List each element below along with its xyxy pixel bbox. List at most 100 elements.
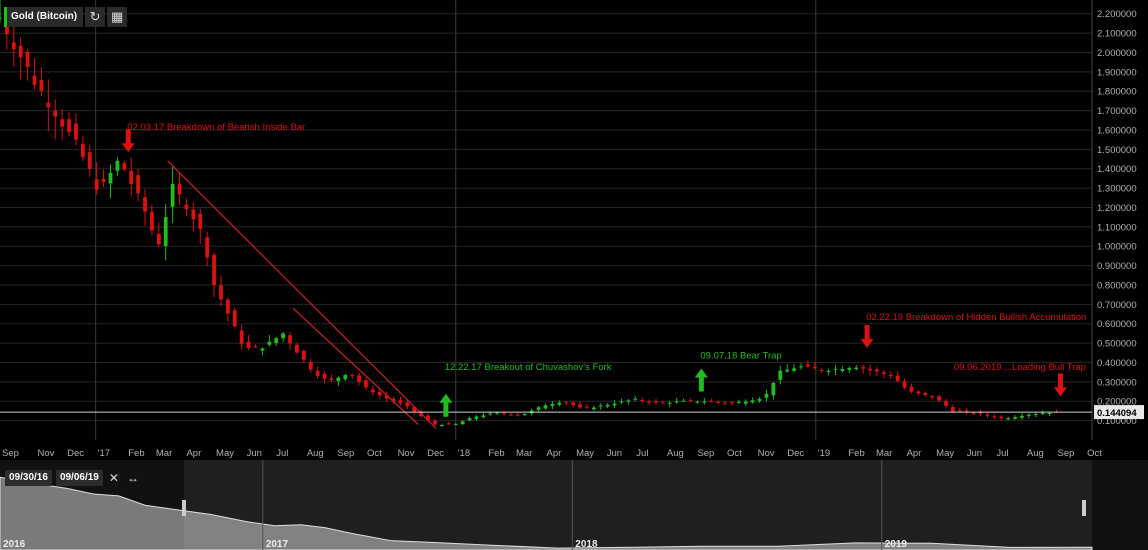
candle	[647, 401, 651, 403]
candle	[992, 416, 997, 418]
candle	[1047, 413, 1052, 415]
annotation-label: 02.03.17 Breakdown of Bearish Inside Bar	[127, 122, 305, 133]
candle	[785, 369, 790, 372]
x-tick-label: Aug	[307, 448, 324, 459]
candle	[1013, 417, 1017, 419]
candle	[239, 330, 244, 344]
candle	[923, 392, 928, 395]
candle	[633, 398, 638, 400]
candle	[225, 299, 230, 314]
candle	[826, 370, 831, 373]
candle	[591, 407, 596, 410]
candle	[716, 401, 721, 403]
symbol-label[interactable]: Gold (Bitcoin)	[4, 7, 84, 27]
candle	[377, 391, 382, 396]
candle	[301, 350, 306, 360]
candle	[654, 401, 658, 403]
last-price-label: 0.144094	[1097, 408, 1137, 419]
navigator-handle-left	[181, 500, 186, 516]
x-tick-label: Jun	[247, 448, 262, 459]
candle	[1026, 414, 1031, 416]
candle	[564, 402, 569, 404]
x-tick-label: '19	[818, 448, 830, 459]
y-tick-label: 0.400000	[1097, 358, 1137, 369]
candle	[336, 377, 341, 382]
candle	[143, 197, 147, 212]
candle	[764, 393, 769, 398]
candle	[122, 163, 127, 170]
x-tick-label: Aug	[1027, 448, 1044, 459]
navigator-year-label: 2016	[3, 539, 26, 550]
candle	[612, 403, 617, 406]
candle	[87, 152, 92, 170]
candle	[985, 414, 990, 416]
candlestick-icon[interactable]: ▦	[107, 7, 128, 27]
navigator-chart[interactable]: 2016 2017 2018 2019	[0, 460, 1148, 550]
candle	[916, 391, 921, 394]
candle	[0, 17, 2, 19]
candle	[888, 374, 893, 377]
candle	[895, 375, 900, 381]
candle	[253, 346, 258, 348]
candle	[219, 285, 223, 300]
x-tick-label: Mar	[876, 448, 892, 459]
candle	[108, 172, 113, 184]
candle	[281, 333, 286, 339]
candle	[315, 370, 320, 376]
candle	[433, 420, 437, 425]
y-tick-label: 1.100000	[1097, 222, 1137, 233]
candle	[930, 396, 935, 398]
candle	[364, 380, 368, 388]
price-chart[interactable]: 2.200000 2.100000 2.000000 1.900000 1.800000…	[0, 0, 1148, 460]
candle	[743, 401, 748, 404]
candle	[398, 400, 403, 404]
candle	[1033, 413, 1038, 416]
candle	[792, 368, 796, 371]
navigator-window	[183, 460, 1092, 550]
candle	[695, 401, 700, 403]
candle	[585, 406, 589, 408]
x-tick-label: Dec	[427, 448, 444, 459]
x-tick-label: Oct	[367, 448, 382, 459]
y-tick-label: 1.000000	[1097, 242, 1137, 253]
x-tick-label: Nov	[398, 448, 415, 459]
candle	[170, 183, 175, 207]
candle	[806, 364, 810, 367]
candle	[736, 402, 741, 404]
candle	[536, 407, 541, 410]
annotation-label: 09.06.2019 ...Loading Bull Trap	[954, 362, 1086, 373]
candle	[522, 414, 527, 416]
candle	[274, 338, 279, 343]
candle	[474, 416, 479, 419]
chart-background	[0, 0, 1148, 460]
candle	[32, 75, 37, 85]
close-icon[interactable]: ✕	[107, 470, 121, 486]
expand-icon[interactable]: ↔	[125, 470, 141, 486]
x-tick-label: Sep	[1058, 448, 1075, 459]
candle	[909, 386, 914, 392]
range-start-field[interactable]: 09/30/16	[5, 470, 52, 486]
candle	[11, 42, 16, 50]
date-range-bar: 09/30/16 09/06/19 ✕ ↔	[5, 470, 141, 486]
x-tick-label: Feb	[128, 448, 144, 459]
x-tick-label: Nov	[758, 448, 775, 459]
x-tick-label: Sep	[2, 448, 19, 459]
range-end-field[interactable]: 09/06/19	[55, 470, 103, 486]
candle	[150, 212, 154, 231]
refresh-icon[interactable]: ↻	[85, 7, 106, 27]
x-tick-label: Feb	[488, 448, 504, 459]
x-tick-label: May	[936, 448, 954, 459]
candle	[619, 401, 624, 403]
candle	[771, 382, 776, 396]
candle	[750, 400, 755, 403]
candle	[481, 415, 486, 417]
candle	[343, 375, 348, 380]
navigator-handle-right	[1082, 500, 1086, 516]
candle	[875, 369, 879, 372]
candle	[488, 413, 493, 415]
candle	[861, 367, 866, 369]
y-tick-label: 2.200000	[1097, 9, 1137, 20]
x-tick-label: Apr	[186, 448, 201, 459]
x-tick-label: Dec	[67, 448, 84, 459]
x-tick-label: '18	[458, 448, 470, 459]
